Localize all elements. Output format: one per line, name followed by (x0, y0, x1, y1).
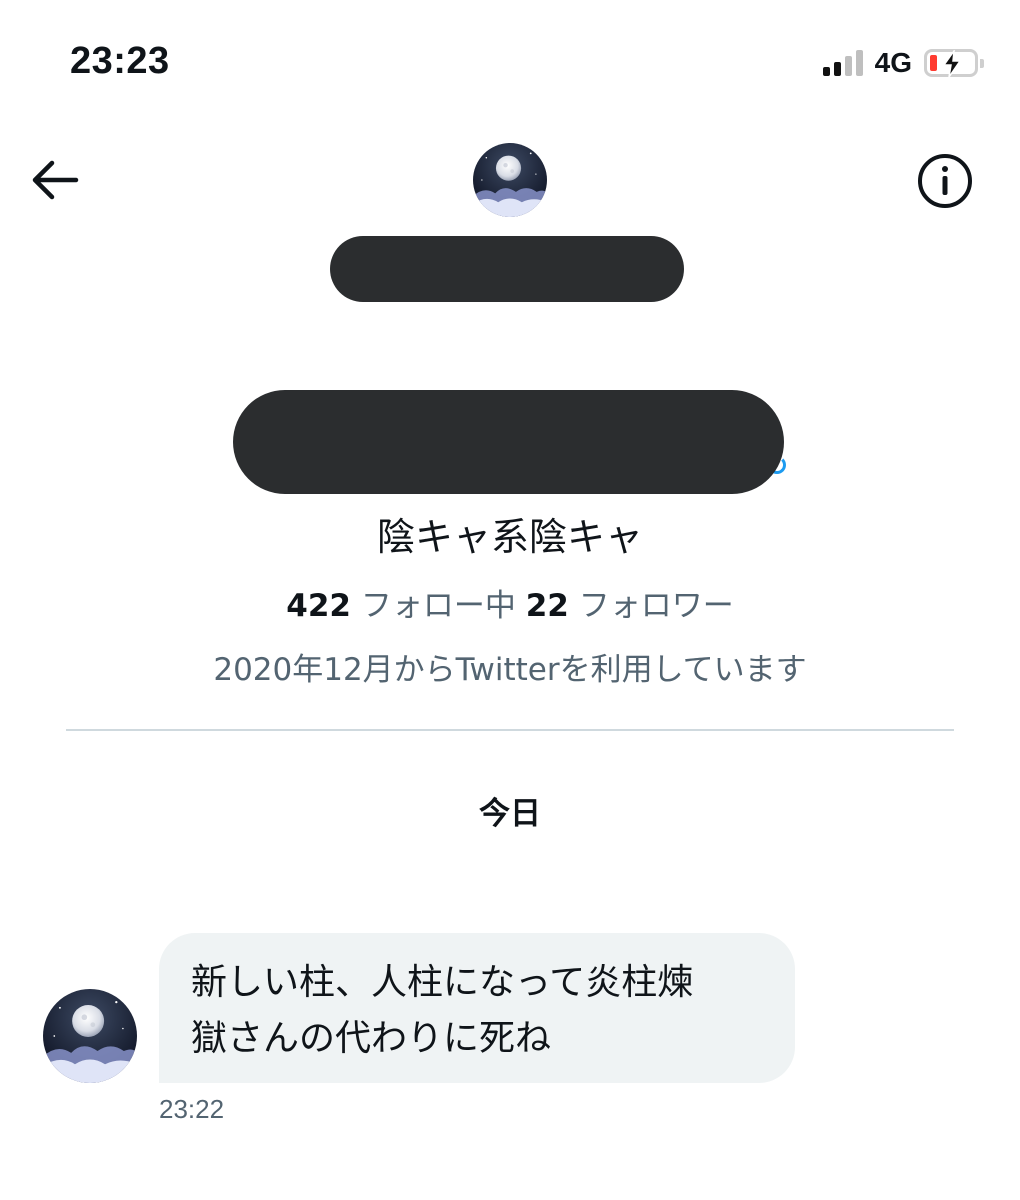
date-separator: 今日 (479, 796, 541, 832)
joined-date: 2020年12月からTwitterを利用しています (213, 652, 807, 688)
signal-icon (822, 50, 863, 76)
sender-avatar[interactable] (43, 989, 137, 1083)
followers-label[interactable]: フォロワー (569, 588, 734, 624)
info-circle-icon (918, 154, 972, 208)
following-label[interactable]: フォロー中 (351, 588, 526, 624)
dm-conversation-screen: 23:23 4G 陰キャ系陰キャ 422 フォロー中 22 フォロワー 2020… (0, 0, 1020, 1200)
follow-stats: 422 フォロー中 22 フォロワー (0, 580, 1020, 625)
charging-bolt-icon (942, 50, 962, 78)
message-timestamp: 23:22 (159, 1094, 225, 1124)
arrow-left-icon (32, 160, 79, 200)
message-text-line: 新しい柱、人柱になって炎柱煉 (191, 962, 694, 1003)
back-button[interactable] (28, 155, 84, 205)
battery-icon (924, 49, 984, 78)
network-type: 4G (874, 47, 912, 78)
redacted-display-name (330, 236, 684, 302)
status-indicators: 4G (822, 46, 984, 80)
header-avatar[interactable] (473, 143, 547, 217)
divider (66, 729, 954, 731)
following-count[interactable]: 422 (286, 588, 351, 624)
followers-count[interactable]: 22 (526, 588, 569, 624)
redacted-handle (233, 390, 784, 494)
message-bubble[interactable]: 新しい柱、人柱になって炎柱煉 獄さんの代わりに死ね (159, 933, 795, 1083)
message-text-line: 獄さんの代わりに死ね (191, 1018, 552, 1059)
status-time: 23:23 (70, 40, 170, 82)
info-button[interactable] (916, 152, 974, 210)
profile-bio: 陰キャ系陰キャ (376, 515, 643, 559)
